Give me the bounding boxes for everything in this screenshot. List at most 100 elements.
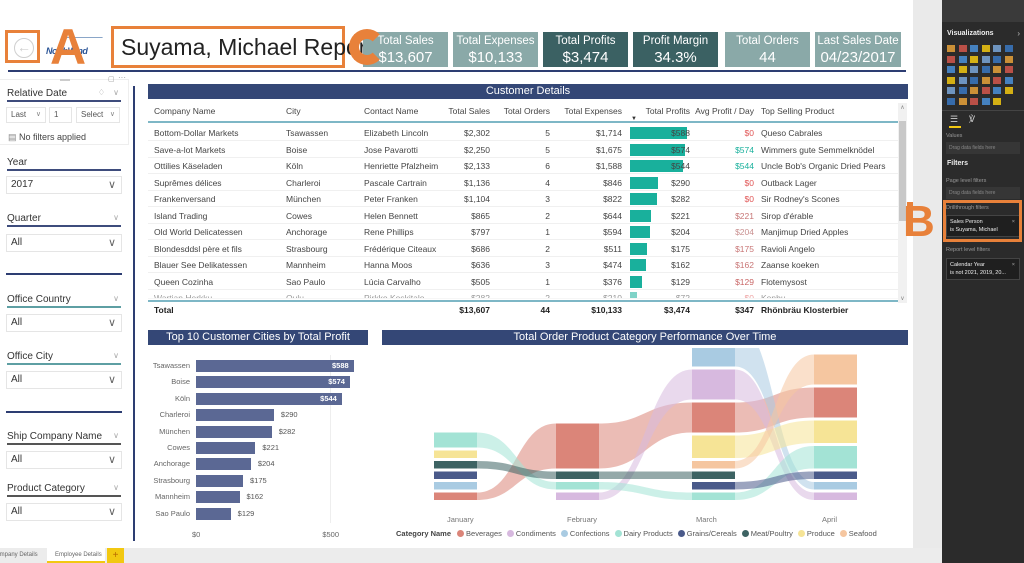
- office-city-dropdown[interactable]: All ∨: [6, 371, 122, 389]
- segment-condiments[interactable]: [556, 492, 599, 501]
- scroll-down-icon[interactable]: ∨: [898, 295, 907, 302]
- visual-type-icon[interactable]: [958, 76, 967, 84]
- segment-beverages[interactable]: [556, 423, 599, 469]
- table-row[interactable]: Frankenversand München Peter Franken $1,104…: [148, 191, 898, 207]
- chevron-down-icon[interactable]: ∨: [113, 483, 119, 492]
- fields-tab-icon[interactable]: ☰: [950, 114, 958, 125]
- legend-item[interactable]: Confections: [560, 529, 610, 538]
- legend-item[interactable]: Beverages: [457, 529, 502, 538]
- format-paint-icon[interactable]: ℣: [969, 114, 975, 125]
- bar[interactable]: [196, 425, 272, 438]
- bar[interactable]: [196, 442, 256, 454]
- visual-type-icon[interactable]: [958, 87, 967, 94]
- legend-item[interactable]: Dairy Products: [614, 529, 673, 538]
- column-header[interactable]: Avg Profit / Day: [692, 101, 754, 121]
- visual-type-icon[interactable]: [981, 87, 990, 94]
- ship-company-dropdown[interactable]: All ∨: [6, 451, 122, 469]
- relative-date-unit-select[interactable]: Select ∨: [76, 107, 120, 123]
- visual-type-icon[interactable]: [970, 55, 978, 63]
- visual-type-icon[interactable]: [993, 87, 1001, 94]
- column-header[interactable]: Company Name: [154, 101, 274, 121]
- legend-item[interactable]: Seafood: [839, 529, 877, 538]
- chevron-down-icon[interactable]: ∨: [113, 294, 119, 303]
- quarter-dropdown[interactable]: All ∨: [6, 234, 122, 252]
- chevron-down-icon[interactable]: ∨: [113, 431, 119, 440]
- column-header[interactable]: Total Profits: [630, 101, 690, 121]
- chevron-down-icon[interactable]: ∨: [113, 88, 119, 97]
- visual-type-icon[interactable]: [981, 97, 990, 105]
- visual-type-icon[interactable]: [947, 76, 955, 84]
- visual-type-icon[interactable]: [958, 97, 967, 105]
- column-header[interactable]: City: [286, 101, 366, 121]
- bar[interactable]: [196, 360, 354, 372]
- visual-type-icon[interactable]: [993, 66, 1001, 73]
- table-row[interactable]: Old World Delicatessen Anchorage Rene Phil…: [148, 224, 898, 240]
- segment-confections[interactable]: [434, 482, 477, 490]
- column-header[interactable]: Total Sales: [438, 101, 490, 121]
- table-row[interactable]: Ottilies Käseladen Köln Henriette Pfalzhei…: [148, 158, 898, 174]
- back-button[interactable]: ←: [5, 30, 40, 63]
- visual-type-icon[interactable]: [993, 76, 1001, 84]
- segment-seafood[interactable]: [814, 354, 857, 385]
- visual-type-icon[interactable]: [958, 55, 967, 63]
- segment-meat-poultry[interactable]: [434, 461, 477, 469]
- visual-type-icon[interactable]: [981, 45, 990, 52]
- product-category-dropdown[interactable]: All ∨: [6, 503, 122, 521]
- bar[interactable]: [196, 376, 351, 389]
- year-dropdown[interactable]: 2017 ∨: [6, 176, 122, 194]
- bar[interactable]: [196, 458, 251, 471]
- report-filter-card[interactable]: Calendar Year is not 2021, 2019, 20... ×: [946, 258, 1020, 280]
- visual-type-icon[interactable]: [981, 55, 990, 63]
- segment-produce[interactable]: [434, 450, 477, 459]
- segment-dairy-products[interactable]: [814, 446, 857, 469]
- visual-type-icon[interactable]: [947, 45, 955, 52]
- page-filters-drop-zone[interactable]: Drag data fields here: [946, 187, 1020, 199]
- segment-beverages[interactable]: [434, 492, 477, 501]
- visual-type-icon[interactable]: [970, 45, 978, 52]
- chevron-down-icon[interactable]: ∨: [113, 351, 119, 360]
- relative-date-mode-select[interactable]: Last ∨: [6, 107, 46, 123]
- table-row[interactable]: Suprêmes délices Charleroi Pascale Cartrai…: [148, 175, 898, 191]
- segment-meat-poultry[interactable]: [556, 471, 599, 480]
- visual-type-icon[interactable]: [1004, 66, 1013, 73]
- segment-condiments[interactable]: [692, 369, 735, 400]
- collapse-pane-icon[interactable]: ›: [1017, 29, 1020, 38]
- visual-type-icon[interactable]: [993, 55, 1001, 63]
- chevron-down-icon[interactable]: ∨: [113, 213, 119, 222]
- visual-type-icon[interactable]: [947, 55, 955, 63]
- relative-date-count-input[interactable]: 1: [49, 107, 72, 123]
- legend-item[interactable]: Grains/Cereals: [677, 529, 737, 538]
- column-header[interactable]: Total Orders: [498, 101, 550, 121]
- focus-mode-icon[interactable]: ▢: [108, 75, 115, 83]
- visual-type-icon[interactable]: [981, 76, 990, 84]
- bar[interactable]: [196, 491, 240, 504]
- table-row[interactable]: Blauer See Delikatessen Mannheim Hanna Moo…: [148, 257, 898, 273]
- segment-confections[interactable]: [814, 482, 857, 490]
- visual-type-icon[interactable]: [970, 66, 978, 73]
- table-row[interactable]: Island Trading Cowes Helen Bennett $865 2 $64…: [148, 208, 898, 224]
- column-header[interactable]: Total Expenses: [558, 101, 622, 121]
- column-header[interactable]: Top Selling Product: [761, 101, 896, 121]
- segment-dairy-products[interactable]: [434, 432, 477, 448]
- visual-type-icon[interactable]: [970, 97, 978, 105]
- eraser-icon[interactable]: ♢: [98, 88, 105, 97]
- legend-item[interactable]: Meat/Poultry: [741, 529, 793, 538]
- visual-type-icon[interactable]: [993, 45, 1001, 52]
- visual-type-icon[interactable]: [958, 45, 967, 52]
- visual-type-icon[interactable]: [970, 87, 978, 94]
- values-drop-zone[interactable]: Drag data fields here: [946, 142, 1020, 154]
- segment-produce[interactable]: [814, 420, 857, 444]
- segment-confections[interactable]: [692, 348, 735, 367]
- scroll-up-icon[interactable]: ∧: [898, 104, 907, 111]
- visual-type-icon[interactable]: [958, 66, 967, 73]
- add-page-button[interactable]: +: [107, 548, 124, 563]
- legend-item[interactable]: Condiments: [506, 529, 556, 538]
- close-icon[interactable]: ×: [1012, 261, 1015, 269]
- visual-type-icon[interactable]: [970, 76, 978, 84]
- segment-grains-cereals[interactable]: [814, 471, 857, 480]
- segment-grains-cereals[interactable]: [692, 482, 735, 490]
- table-row[interactable]: Wartian Herkku Oulu Pirkko Koskitalo $282 2 $…: [148, 290, 898, 299]
- segment-grains-cereals[interactable]: [434, 471, 477, 480]
- table-row[interactable]: Blondesddsl père et fils Strasbourg Frédér…: [148, 241, 898, 257]
- visual-type-icon[interactable]: [947, 87, 955, 94]
